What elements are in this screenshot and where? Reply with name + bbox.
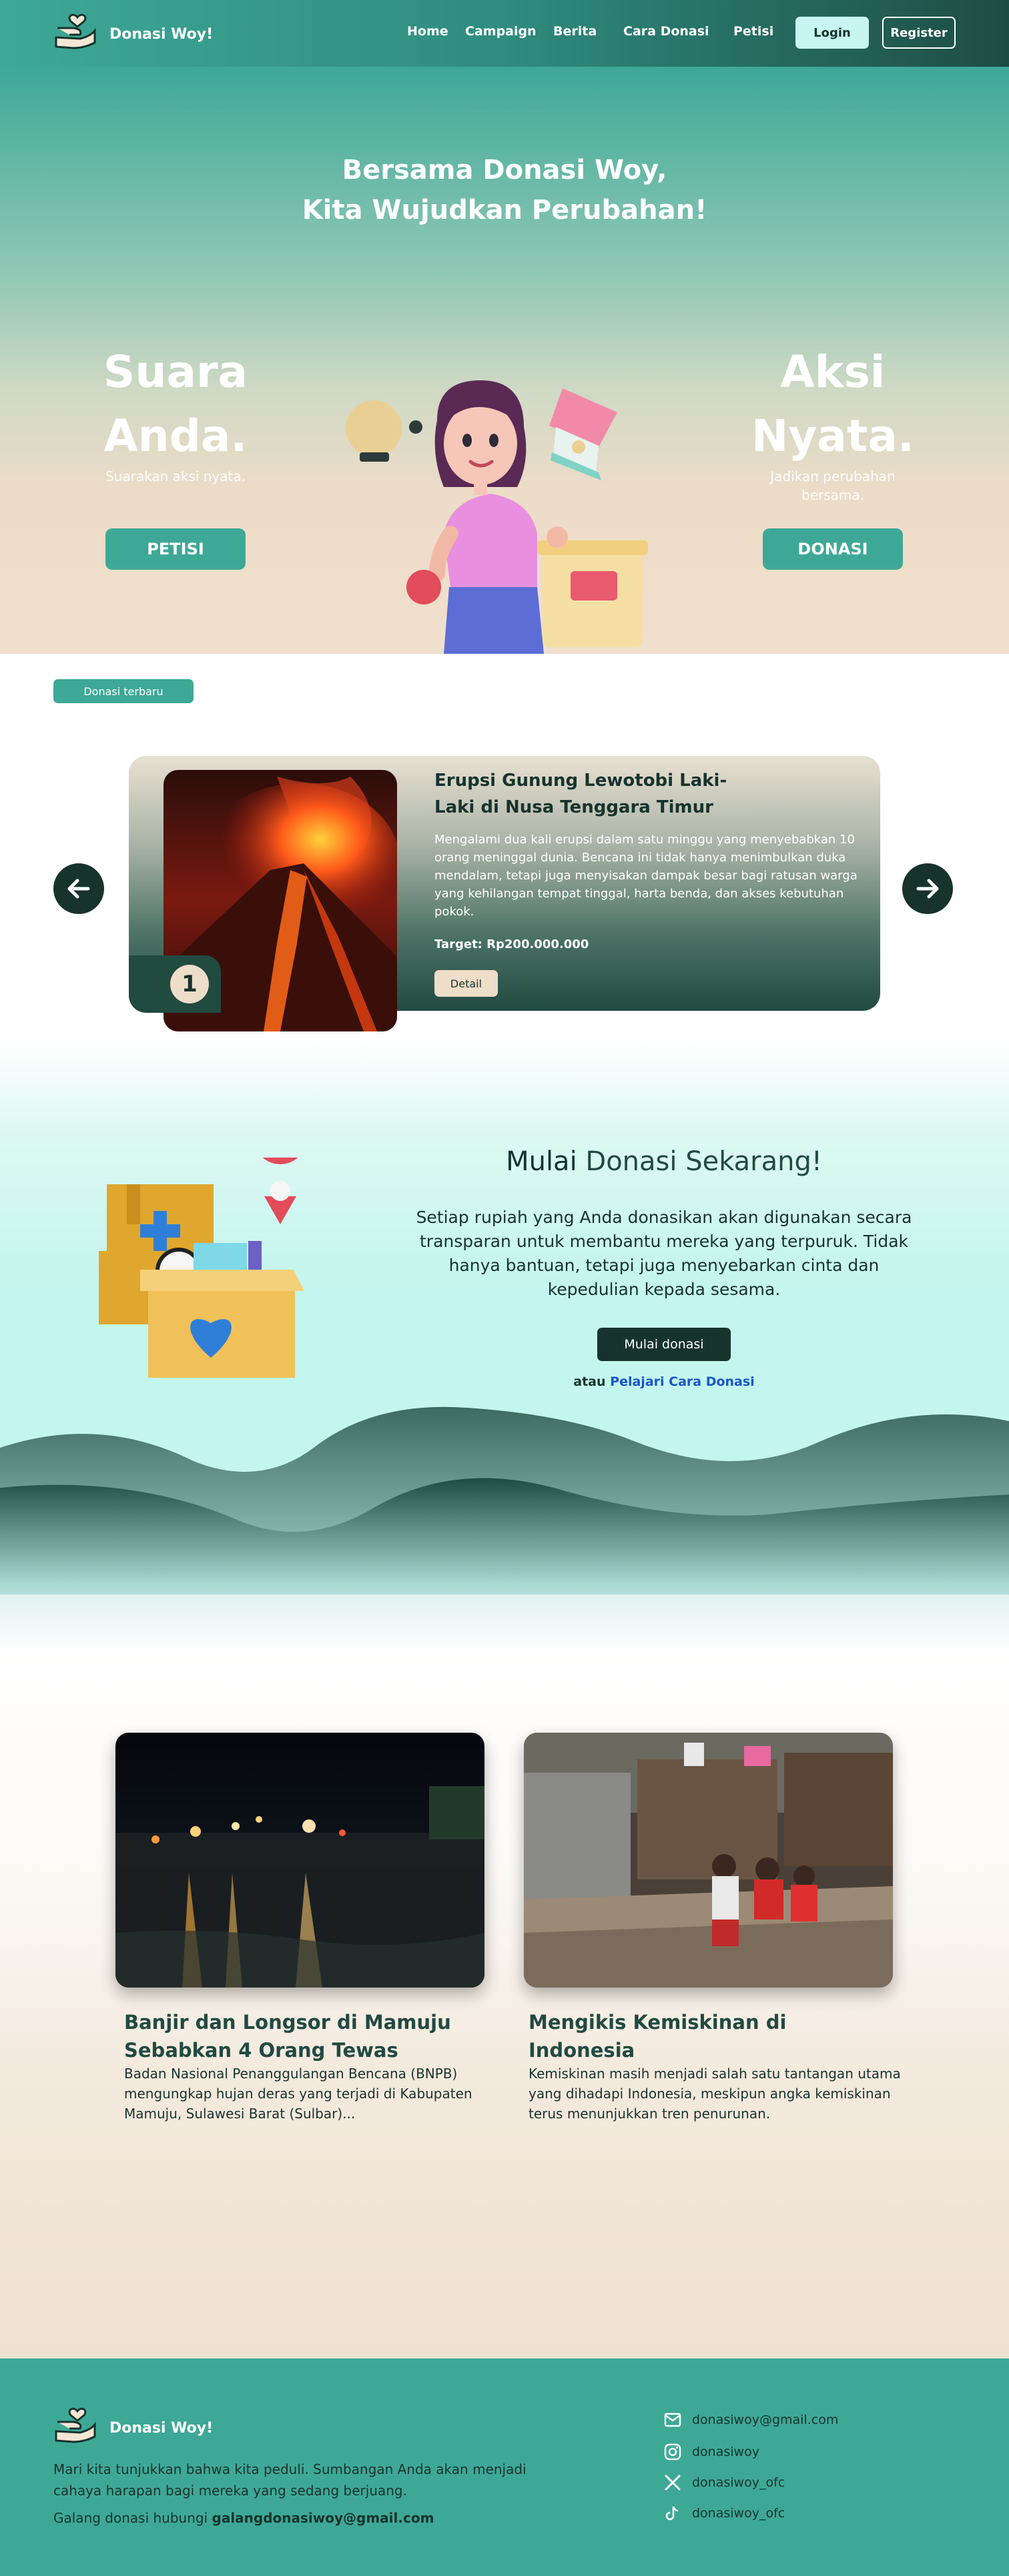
footer-email-text: donasiwoy@gmail.com [692, 2413, 839, 2427]
register-button[interactable]: Register [882, 17, 956, 49]
nav-campaign[interactable]: Campaign [465, 24, 537, 39]
hero-left-line2: Anda. [103, 410, 248, 462]
footer-tiktok-text: donasiwoy_ofc [692, 2506, 785, 2521]
news-description-1: Badan Nasional Penanggulangan Bencana (B… [124, 2066, 472, 2122]
hero-right-subtitle: Jadikan perubahan bersama. [770, 468, 896, 503]
nav-berita[interactable]: Berita [553, 24, 597, 39]
nav-petisi[interactable]: Petisi [733, 24, 773, 39]
footer-x-text: donasiwoy_ofc [692, 2475, 785, 2490]
start-donation-button[interactable]: Mulai donasi [597, 1328, 731, 1361]
hero-section: Bersama Donasi Woy, Kita Wujudkan Peruba… [0, 67, 1009, 654]
card-number-badge: 1 [170, 965, 209, 1003]
footer-instagram-text: donasiwoy [692, 2445, 759, 2459]
donation-box-illustration [99, 1158, 304, 1378]
footer-tiktok[interactable]: donasiwoy_ofc [664, 2505, 785, 2522]
carousel-next-button[interactable] [902, 863, 953, 914]
news-title-2[interactable]: Mengikis Kemiskinan di Indonesia [529, 2008, 889, 2064]
footer-email[interactable]: donasiwoy@gmail.com [664, 2413, 838, 2427]
footer-x[interactable]: donasiwoy_ofc [664, 2474, 785, 2491]
news-description-2: Kemiskinan masih menjadi salah satu tant… [529, 2066, 901, 2122]
footer-brand-name: Donasi Woy! [109, 2419, 214, 2437]
hero-left-subtitle: Suarakan aksi nyata. [105, 468, 246, 484]
contact-prefix: Galang donasi hubungi [53, 2510, 212, 2526]
nav-home[interactable]: Home [407, 24, 448, 39]
start-title-a: Mulai [506, 1146, 586, 1177]
news-flood-image[interactable] [115, 1733, 484, 1988]
bell-icon [346, 400, 422, 462]
hero-right-line2: Nyata. [751, 410, 914, 462]
hand-heart-logo-icon [53, 2406, 97, 2450]
mail-icon [664, 2413, 681, 2427]
news-poverty-image[interactable] [524, 1733, 893, 1988]
hero-left-line1: Suara [103, 346, 248, 398]
hero-title-line1: Bersama Donasi Woy, [342, 155, 667, 185]
hero-right-heading: Aksi Nyata. [733, 340, 933, 468]
hero-left-heading: Suara Anda. [75, 340, 276, 468]
nav-cara-donasi[interactable]: Cara Donasi [623, 24, 709, 39]
waves-decoration [0, 1406, 1009, 1655]
footer-brand[interactable]: Donasi Woy! [53, 2406, 213, 2450]
donasi-button[interactable]: DONASI [763, 528, 903, 570]
contact-email-link[interactable]: galangdonasiwoy@gmail.com [212, 2510, 434, 2526]
hero-illustration [346, 380, 648, 654]
footer-instagram[interactable]: donasiwoy [664, 2443, 759, 2461]
arrow-right-icon [916, 879, 939, 899]
instagram-icon [664, 2443, 681, 2461]
hero-title: Bersama Donasi Woy, Kita Wujudkan Peruba… [0, 150, 1009, 230]
news-title-1[interactable]: Banjir dan Longsor di Mamuju Sebabkan 4 … [124, 2008, 484, 2064]
footer-text: Mari kita tunjukkan bahwa kita peduli. S… [53, 2461, 527, 2499]
start-title: Mulai Donasi Sekarang! [407, 1146, 921, 1177]
latest-donation-pill: Donasi terbaru [53, 679, 194, 703]
hero-right-line1: Aksi [780, 346, 886, 398]
start-description: Setiap rupiah yang Anda donasikan akan d… [416, 1208, 912, 1299]
petisi-button[interactable]: PETISI [105, 528, 246, 570]
arrow-left-icon [67, 879, 90, 899]
brand-name: Donasi Woy! [109, 25, 214, 43]
house-icon [549, 388, 617, 480]
card-target: Target: Rp200.000.000 [434, 937, 589, 951]
start-title-b: Donasi Sekarang! [585, 1146, 822, 1177]
tiktok-icon [665, 2506, 679, 2521]
footer-contact: Galang donasi hubungi galangdonasiwoy@gm… [53, 2510, 434, 2526]
card-title: Erupsi Gunung Lewotobi Laki-Laki di Nusa… [434, 771, 727, 817]
hero-title-line2: Kita Wujudkan Perubahan! [302, 195, 707, 226]
card-description: Mengalami dua kali erupsi dalam satu min… [434, 833, 858, 919]
card-detail-button[interactable]: Detail [434, 970, 498, 997]
learn-row: atau Pelajari Cara Donasi [407, 1374, 921, 1389]
learn-how-link[interactable]: Pelajari Cara Donasi [610, 1374, 755, 1389]
brand[interactable]: Donasi Woy! [53, 12, 213, 56]
navbar: Donasi Woy! Home Campaign Berita Cara Do… [0, 0, 1009, 67]
hand-heart-logo-icon [53, 12, 97, 56]
x-icon [665, 2475, 681, 2491]
login-button[interactable]: Login [795, 17, 869, 49]
or-text: atau [573, 1374, 611, 1389]
carousel-prev-button[interactable] [53, 863, 104, 914]
